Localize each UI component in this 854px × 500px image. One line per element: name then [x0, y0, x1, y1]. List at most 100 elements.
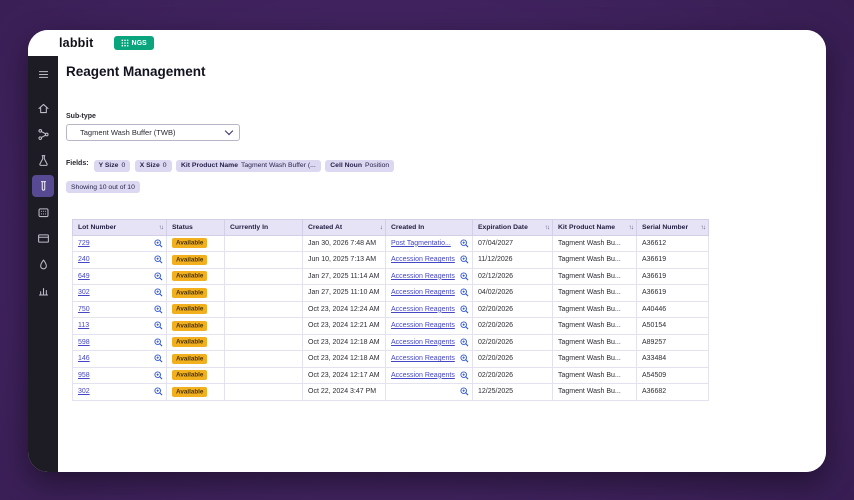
sidebar-item-menu[interactable] [32, 63, 54, 85]
sidebar-item-home[interactable] [32, 97, 54, 119]
sidebar-item-test-tube[interactable] [32, 175, 54, 197]
subtype-label: Sub-type [66, 113, 96, 120]
currently-in-cell [224, 234, 303, 252]
serial-number-cell: A36619 [636, 267, 709, 285]
zoom-icon[interactable] [460, 305, 469, 314]
zoom-icon[interactable] [154, 387, 163, 396]
zoom-icon[interactable] [154, 255, 163, 264]
zoom-icon[interactable] [154, 321, 163, 330]
kit-product-name-cell: Tagment Wash Bu... [552, 234, 637, 252]
lot-number-link[interactable]: 146 [78, 355, 90, 362]
zoom-icon[interactable] [154, 354, 163, 363]
created-in-link[interactable]: Accession Reagents [391, 372, 455, 379]
field-chip[interactable]: X Size 0 [134, 159, 172, 172]
lot-number-link[interactable]: 598 [78, 339, 90, 346]
currently-in-cell [224, 317, 303, 335]
kit-product-name-cell: Tagment Wash Bu... [552, 251, 637, 269]
lot-number-cell: 302 [72, 284, 167, 302]
created-at-cell: Oct 23, 2024 12:24 AM [302, 300, 386, 318]
zoom-icon[interactable] [460, 321, 469, 330]
expiration-date-cell: 12/25/2025 [472, 383, 553, 401]
chip-value: Tagment Wash Buffer (... [241, 162, 316, 169]
created-at-cell: Oct 23, 2024 12:18 AM [302, 350, 386, 368]
zoom-icon[interactable] [154, 239, 163, 248]
created-at-cell: Oct 22, 2024 3:47 PM [302, 383, 386, 401]
chip-value: 0 [162, 162, 167, 169]
column-header-serial-number[interactable]: Serial Number ↑↓ [636, 218, 709, 236]
sort-icon[interactable]: ↑↓ [159, 224, 164, 231]
field-chip[interactable]: Cell Noun Position [325, 159, 395, 172]
sort-icon[interactable]: ↑↓ [701, 224, 706, 231]
sidebar-item-plate[interactable] [32, 201, 54, 223]
lot-number-link[interactable]: 113 [78, 322, 89, 329]
table-row: 240 Available Jun 10, 2025 7:13 AM Accessio… [72, 251, 709, 269]
sidebar-item-flask[interactable] [32, 149, 54, 171]
field-chip[interactable]: Y Size 0 [93, 159, 131, 172]
zoom-icon[interactable] [460, 239, 469, 248]
sidebar-item-workflow[interactable] [32, 123, 54, 145]
created-in-link[interactable]: Accession Reagents [391, 273, 455, 280]
currently-in-cell [224, 284, 303, 302]
serial-number-cell: A33484 [636, 350, 709, 368]
ngs-badge-label: NGS [131, 39, 147, 47]
created-in-link[interactable]: Accession Reagents [391, 256, 455, 263]
sidebar-item-chart[interactable] [32, 279, 54, 301]
created-in-link[interactable]: Accession Reagents [391, 289, 455, 296]
column-header-created-at[interactable]: Created At ↓ [302, 218, 386, 236]
serial-number-cell: A36619 [636, 251, 709, 269]
sidebar-item-card[interactable] [32, 227, 54, 249]
sort-icon[interactable]: ↑↓ [545, 224, 550, 231]
kit-product-name-cell: Tagment Wash Bu... [552, 300, 637, 318]
zoom-icon[interactable] [154, 338, 163, 347]
zoom-icon[interactable] [460, 387, 469, 396]
zoom-icon[interactable] [460, 272, 469, 281]
zoom-icon[interactable] [460, 354, 469, 363]
created-in-cell: Accession Reagents [385, 366, 473, 384]
zoom-icon[interactable] [154, 272, 163, 281]
droplet-icon [39, 259, 47, 269]
subtype-select[interactable]: Tagment Wash Buffer (TWB) [66, 124, 240, 141]
kit-product-name-cell: Tagment Wash Bu... [552, 317, 637, 335]
zoom-icon[interactable] [460, 255, 469, 264]
lot-number-link[interactable]: 302 [78, 289, 90, 296]
zoom-icon[interactable] [154, 371, 163, 380]
zoom-icon[interactable] [460, 371, 469, 380]
status-cell: Available [166, 234, 225, 252]
menu-icon [38, 70, 48, 78]
column-header-expiration-date[interactable]: Expiration Date ↑↓ [472, 218, 553, 236]
lot-number-link[interactable]: 302 [78, 388, 90, 395]
created-in-link[interactable]: Post Tagmentatio... [391, 240, 451, 247]
table-header-row: Lot Number ↑↓ Status Currently In Created At… [72, 218, 709, 236]
expiration-date-cell: 02/20/2026 [472, 300, 553, 318]
created-in-link[interactable]: Accession Reagents [391, 355, 455, 362]
lot-number-link[interactable]: 750 [78, 306, 90, 313]
field-chip[interactable]: Kit Product Name Tagment Wash Buffer (... [175, 159, 321, 172]
table-row: 146 Available Oct 23, 2024 12:18 AM Accessi… [72, 350, 709, 368]
zoom-icon[interactable] [154, 288, 163, 297]
sort-icon[interactable]: ↑↓ [629, 224, 634, 231]
lot-number-link[interactable]: 729 [78, 240, 90, 247]
app-window: labbit NGS Reagent Management Sub-type T… [28, 30, 826, 472]
zoom-icon[interactable] [154, 305, 163, 314]
zoom-icon[interactable] [460, 338, 469, 347]
created-in-link[interactable]: Accession Reagents [391, 306, 455, 313]
status-cell: Available [166, 300, 225, 318]
created-at-cell: Jan 30, 2026 7:48 AM [302, 234, 386, 252]
ngs-app-badge[interactable]: NGS [113, 36, 154, 50]
column-header-lot-number[interactable]: Lot Number ↑↓ [72, 218, 167, 236]
lot-number-link[interactable]: 958 [78, 372, 90, 379]
sort-icon[interactable]: ↓ [380, 224, 383, 231]
lot-number-link[interactable]: 240 [78, 256, 90, 263]
kit-product-name-cell: Tagment Wash Bu... [552, 383, 637, 401]
lot-number-link[interactable]: 649 [78, 273, 90, 280]
column-header-kit-product-name[interactable]: Kit Product Name ↑↓ [552, 218, 637, 236]
lot-number-cell: 649 [72, 267, 167, 285]
created-in-link[interactable]: Accession Reagents [391, 322, 455, 329]
expiration-date-cell: 02/20/2026 [472, 333, 553, 351]
zoom-icon[interactable] [460, 288, 469, 297]
currently-in-cell [224, 383, 303, 401]
created-in-link[interactable]: Accession Reagents [391, 339, 455, 346]
chip-value: 0 [121, 162, 126, 169]
sidebar-item-droplet[interactable] [32, 253, 54, 275]
kit-product-name-cell: Tagment Wash Bu... [552, 284, 637, 302]
